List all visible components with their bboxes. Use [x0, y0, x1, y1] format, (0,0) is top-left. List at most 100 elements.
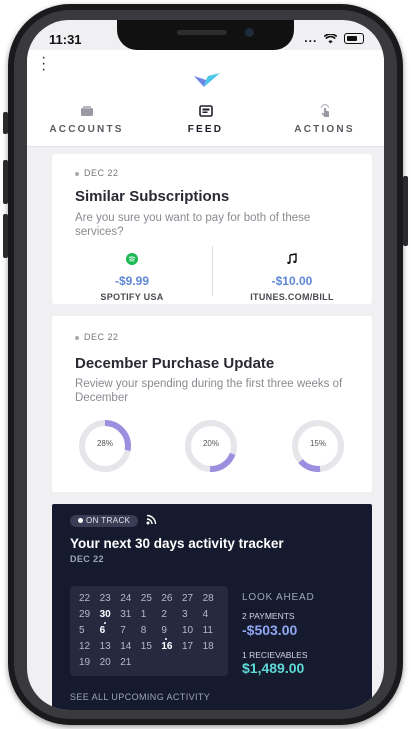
badge-text: ON TRACK [86, 516, 131, 525]
purchase-update-card[interactable]: DEC 22 December Purchase Update Review y… [52, 316, 372, 492]
spending-donut: 15% [290, 418, 346, 474]
card-description: Are you sure you want to pay for both of… [75, 212, 311, 238]
calendar-row: 5 6 7 8 9 10 11 [79, 622, 224, 636]
date-dot-icon [75, 171, 79, 176]
subscription-item[interactable]: -$9.99 SPOTIFY USA [52, 252, 212, 302]
calendar-day[interactable]: 20 [100, 657, 121, 668]
look-ahead-label: LOOK AHEAD [242, 592, 315, 603]
volume-down-button [3, 214, 8, 258]
calendar-day[interactable]: 13 [100, 641, 121, 652]
tracker-date: DEC 22 [70, 554, 104, 564]
subscription-item[interactable]: -$10.00 ITUNES.COM/BILL [212, 252, 372, 302]
nav-tabs: ACCOUNTS FEED ACTIONS [27, 102, 384, 135]
music-note-icon [287, 253, 297, 264]
calendar-day[interactable]: 2 [161, 609, 182, 620]
tracker-title: Your next 30 days activity tracker [70, 536, 284, 551]
calendar-day[interactable]: 25 [141, 593, 162, 604]
calendar-day[interactable]: 5 [79, 625, 100, 636]
calendar-grid: 22 23 24 25 26 27 28 29 30 31 1 2 3 4 5 … [70, 586, 228, 676]
calendar-day[interactable]: 15 [141, 641, 162, 652]
donut-label: 20% [202, 439, 219, 448]
on-track-badge: ON TRACK [70, 515, 139, 527]
calendar-day[interactable]: 28 [203, 593, 224, 604]
calendar-day[interactable]: 4 [203, 609, 224, 620]
calendar-row: 22 23 24 25 26 27 28 [79, 593, 223, 604]
wifi-icon [323, 33, 338, 44]
subscription-amount: -$9.99 [114, 274, 150, 288]
calendar-day[interactable]: 3 [182, 609, 203, 620]
status-time: 11:31 [49, 32, 82, 47]
calendar-row: 29 30 31 1 2 3 4 [79, 609, 223, 620]
calendar-row: 19 20 21 [79, 657, 141, 668]
tab-feed[interactable]: FEED [146, 102, 265, 135]
similar-subscriptions-card[interactable]: DEC 22 Similar Subscriptions Are you sur… [52, 154, 372, 304]
tab-actions[interactable]: ACTIONS [265, 102, 384, 135]
card-title: December Purchase Update [75, 355, 275, 372]
signal-icon: ... [304, 31, 318, 45]
calendar-day[interactable]: 31 [120, 609, 141, 620]
front-camera [245, 28, 254, 37]
tab-actions-label: ACTIONS [294, 124, 355, 135]
volume-up-button [3, 160, 8, 204]
app-logo-icon [194, 73, 220, 87]
calendar-day[interactable]: 29 [79, 609, 100, 620]
spending-donut: 20% [183, 418, 239, 474]
calendar-day[interactable]: 22 [79, 593, 100, 604]
card-date: DEC 22 [75, 168, 119, 178]
rss-icon [146, 514, 157, 525]
calendar-day[interactable]: 9 [161, 625, 182, 636]
calendar-day[interactable]: 11 [203, 625, 224, 636]
calendar-day-highlighted[interactable]: 30 [100, 609, 121, 620]
mute-switch [3, 112, 8, 134]
tab-feed-label: FEED [187, 124, 224, 135]
calendar-day[interactable]: 12 [79, 641, 100, 652]
calendar-row: 12 13 14 15 16 17 18 [79, 638, 224, 652]
calendar-day[interactable]: 26 [161, 593, 182, 604]
app-screen: 11:31 ... · · · ACCOUNTS FEED ACTIONS DE… [27, 20, 384, 710]
notch [117, 20, 294, 50]
subscription-name: SPOTIFY USA [100, 292, 164, 302]
calendar-day[interactable]: 17 [182, 641, 203, 652]
card-date-text: DEC 22 [84, 168, 119, 178]
calendar-day[interactable]: 10 [182, 625, 203, 636]
status-icons: ... [304, 31, 364, 45]
calendar-day-event[interactable]: 6 [100, 622, 121, 636]
calendar-day[interactable]: 1 [141, 609, 162, 620]
spending-donut: 28% [77, 418, 133, 474]
calendar-day-event[interactable]: 16 [161, 638, 182, 652]
power-button [403, 176, 408, 246]
subscription-name: ITUNES.COM/BILL [250, 292, 334, 302]
tap-icon [320, 104, 329, 117]
card-description: Review your spending during the first th… [75, 378, 343, 404]
payments-amount: -$503.00 [242, 622, 298, 638]
receivables-amount: $1,489.00 [242, 660, 305, 676]
calendar-day[interactable]: 14 [120, 641, 141, 652]
calendar-day[interactable]: 21 [120, 657, 141, 668]
calendar-day[interactable]: 19 [79, 657, 100, 668]
card-title: Similar Subscriptions [75, 188, 230, 205]
wallet-icon [80, 106, 93, 116]
date-dot-icon [75, 335, 79, 340]
calendar-day[interactable]: 24 [120, 593, 141, 604]
app-header: · · · ACCOUNTS FEED ACTIONS [27, 50, 384, 147]
calendar-day[interactable]: 8 [141, 625, 162, 636]
payments-label: 2 PAYMENTS [242, 611, 295, 621]
donut-label: 28% [96, 439, 113, 448]
calendar-day[interactable]: 18 [203, 641, 224, 652]
activity-tracker-card[interactable]: ON TRACK Your next 30 days activity trac… [52, 504, 372, 710]
tab-accounts[interactable]: ACCOUNTS [27, 102, 146, 135]
battery-icon [344, 33, 364, 45]
calendar-day[interactable]: 27 [182, 593, 203, 604]
receivables-label: 1 RECIEVABLES [242, 650, 308, 660]
donut-label: 15% [309, 439, 326, 448]
more-menu-icon[interactable]: · · · [41, 50, 46, 78]
badge-dot-icon [78, 518, 83, 524]
see-all-upcoming-link[interactable]: SEE ALL UPCOMING ACTIVITY [70, 692, 210, 702]
card-date-text: DEC 22 [84, 332, 119, 342]
tab-accounts-label: ACCOUNTS [49, 124, 124, 135]
speaker-grille [177, 30, 227, 35]
calendar-day[interactable]: 23 [100, 593, 121, 604]
feed-icon [198, 105, 213, 117]
subscription-amount: -$10.00 [271, 274, 313, 288]
calendar-day[interactable]: 7 [120, 625, 141, 636]
